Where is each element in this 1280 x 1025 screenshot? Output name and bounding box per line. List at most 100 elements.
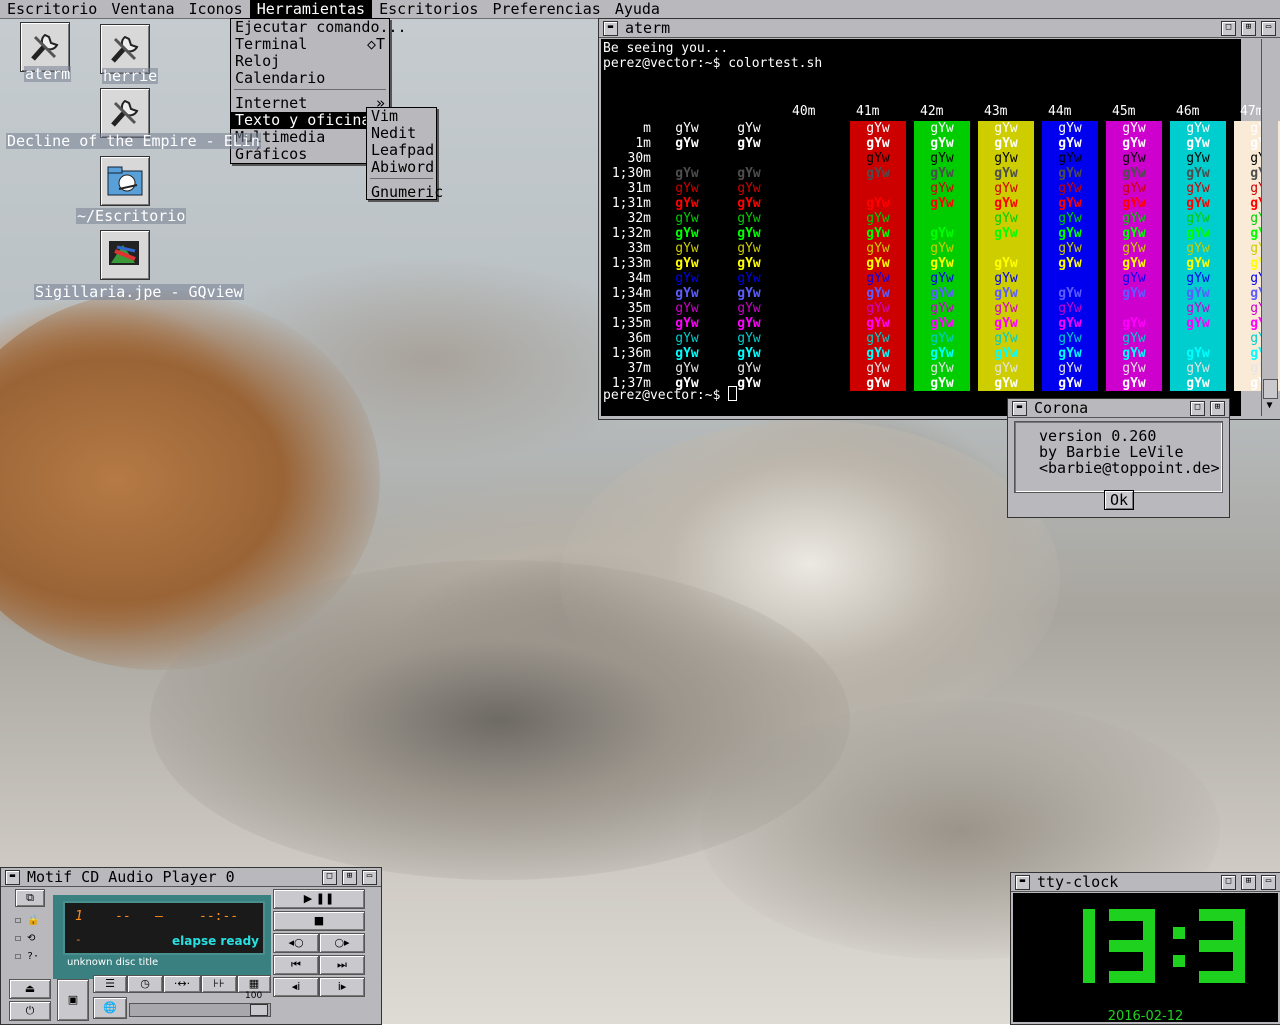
sample-cell: gYw bbox=[737, 121, 761, 136]
menu-item-1[interactable]: Terminal ◇T bbox=[231, 36, 389, 53]
sample-cell: gYw bbox=[1186, 346, 1210, 361]
menu-ventana[interactable]: Ventana bbox=[104, 0, 181, 18]
clock-face: 2016-02-12 bbox=[1013, 893, 1278, 1024]
sample-button[interactable]: ⊦⊦ bbox=[201, 975, 237, 993]
shuffle-checkbox[interactable]: ☐ ?· bbox=[15, 951, 55, 965]
eject-button[interactable]: ⏏ bbox=[9, 979, 51, 999]
sample-cell: gYw bbox=[675, 301, 699, 316]
submenu-item-leafpad[interactable]: Leafpad bbox=[367, 142, 436, 159]
maximize-button[interactable]: ⊞ bbox=[1210, 401, 1225, 416]
ok-button[interactable]: Ok bbox=[1104, 490, 1134, 510]
sample-cell: gYw bbox=[1122, 301, 1146, 316]
maximize-button[interactable]: ⊞ bbox=[1241, 875, 1256, 890]
iconify-button[interactable]: □ bbox=[322, 870, 337, 885]
sample-cell: gYw bbox=[737, 226, 761, 241]
close-button[interactable]: ▭ bbox=[1261, 875, 1276, 890]
sample-cell: gYw bbox=[737, 166, 761, 181]
sample-cell: gYw bbox=[737, 241, 761, 256]
sample-cell: gYw bbox=[1122, 166, 1146, 181]
next-track-button[interactable]: ⏭ bbox=[319, 955, 365, 975]
menu-item-3[interactable]: Calendario bbox=[231, 70, 389, 87]
desktop-icon-label: aterm bbox=[24, 65, 72, 83]
prev-index-button[interactable]: ◂i bbox=[273, 977, 319, 997]
volume-slider[interactable] bbox=[129, 1003, 271, 1017]
menu-iconos[interactable]: Iconos bbox=[182, 0, 250, 18]
aterm-window: ▬ aterm □ ⊞ ▭ Be seeing you... perez@vec… bbox=[598, 18, 1280, 420]
menu-escritorio[interactable]: Escritorio bbox=[0, 0, 104, 18]
row-label: 35m bbox=[627, 301, 651, 316]
maximize-button[interactable]: ⊞ bbox=[342, 870, 357, 885]
sample-cell: gYw bbox=[1058, 166, 1082, 181]
terminal-area[interactable]: Be seeing you... perez@vector:~$ colorte… bbox=[601, 39, 1280, 416]
menubar: Escritorio Ventana Iconos Herramientas Escri… bbox=[0, 0, 1280, 19]
disc-tray-icon[interactable]: ▣ bbox=[57, 979, 89, 1021]
repeat-checkbox[interactable]: ☐ ⟲ bbox=[15, 933, 55, 947]
next-index-button[interactable]: i▸ bbox=[319, 977, 365, 997]
corona-titlebar[interactable]: ▬ Corona □ ⊞ bbox=[1008, 399, 1229, 418]
image-viewer-icon[interactable] bbox=[100, 230, 150, 280]
sample-cell: gYw bbox=[994, 181, 1018, 196]
maximize-button[interactable]: ⊞ bbox=[1241, 21, 1256, 36]
scroll-down-arrow[interactable]: ▼ bbox=[1263, 400, 1276, 414]
ab-repeat-button[interactable]: ·↔· bbox=[163, 975, 201, 993]
volume-slider-thumb[interactable] bbox=[250, 1004, 268, 1016]
lock-checkbox[interactable]: ☐ 🔒 bbox=[15, 915, 55, 929]
sample-cell: gYw bbox=[866, 361, 890, 376]
terminal-scrollbar[interactable]: ▼ bbox=[1261, 39, 1278, 416]
cddb-globe-button[interactable]: 🌐 bbox=[93, 997, 127, 1019]
rewind-button[interactable]: ◂○ bbox=[273, 933, 319, 953]
iconify-button[interactable]: □ bbox=[1221, 875, 1236, 890]
sample-cell: gYw bbox=[737, 211, 761, 226]
power-button[interactable]: ⏻ bbox=[9, 1001, 51, 1021]
menu-ayuda[interactable]: Ayuda bbox=[608, 0, 667, 18]
menu-item-label: Texto y oficina bbox=[235, 111, 371, 129]
submenu-item-abiword[interactable]: Abiword bbox=[367, 159, 436, 176]
eject-tray-small-button[interactable]: ⧉ bbox=[15, 889, 45, 907]
sample-cell: gYw bbox=[930, 151, 954, 166]
time-mode-button[interactable]: ◷ bbox=[127, 975, 163, 993]
prev-track-button[interactable]: ⏮ bbox=[273, 955, 319, 975]
window-menu-button[interactable]: ▬ bbox=[5, 870, 20, 885]
dash-display: – bbox=[155, 909, 163, 924]
terminal-prompt: perez@vector:~$ bbox=[603, 386, 738, 403]
sample-cell: gYw bbox=[737, 151, 761, 166]
fast-forward-button[interactable]: ○▸ bbox=[319, 933, 365, 953]
iconify-button[interactable]: □ bbox=[1190, 401, 1205, 416]
sample-cell: gYw bbox=[866, 136, 890, 151]
row-label: 1;33m bbox=[611, 256, 651, 271]
sample-cell: gYw bbox=[994, 376, 1018, 391]
stop-button[interactable]: ■ bbox=[273, 911, 365, 931]
submenu-item-nedit[interactable]: Nedit bbox=[367, 125, 436, 142]
menu-item-2[interactable]: Reloj bbox=[231, 53, 389, 70]
sample-cell: gYw bbox=[866, 241, 890, 256]
menu-item-accelerator: ◇T bbox=[366, 35, 385, 53]
row-label: 32m bbox=[627, 211, 651, 226]
window-menu-button[interactable]: ▬ bbox=[1015, 875, 1030, 890]
submenu-item-gnumeric[interactable]: Gnumeric bbox=[367, 184, 443, 201]
close-button[interactable]: ▭ bbox=[362, 870, 377, 885]
menu-item-0[interactable]: Ejecutar comando... bbox=[231, 19, 407, 36]
window-menu-button[interactable]: ▬ bbox=[1012, 401, 1027, 416]
iconify-button[interactable]: □ bbox=[1221, 21, 1236, 36]
play-pause-button[interactable]: ▶ ❚❚ bbox=[273, 889, 365, 909]
menu-preferencias[interactable]: Preferencias bbox=[485, 0, 607, 18]
sample-cell: gYw bbox=[930, 211, 954, 226]
sample-cell: gYw bbox=[994, 241, 1018, 256]
clock-date: 2016-02-12 bbox=[1107, 1009, 1184, 1024]
folder-icon[interactable] bbox=[100, 156, 150, 206]
menu-escritorios[interactable]: Escritorios bbox=[372, 0, 485, 18]
tty-clock-titlebar[interactable]: ▬ tty-clock □ ⊞ ▭ bbox=[1011, 873, 1280, 892]
menu-herramientas[interactable]: Herramientas bbox=[249, 0, 373, 18]
submenu-item-vim[interactable]: Vim bbox=[367, 108, 436, 125]
aterm-titlebar[interactable]: ▬ aterm □ ⊞ ▭ bbox=[599, 19, 1280, 38]
sample-cell: gYw bbox=[1186, 166, 1210, 181]
tools-icon[interactable] bbox=[100, 88, 150, 138]
cd-player-titlebar[interactable]: ▬ Motif CD Audio Player 0 □ ⊞ ▭ bbox=[1, 868, 381, 887]
window-title: aterm bbox=[625, 19, 671, 37]
sample-cell: gYw bbox=[866, 166, 890, 181]
playlist-button[interactable]: ☰ bbox=[93, 975, 127, 993]
window-menu-button[interactable]: ▬ bbox=[603, 21, 618, 36]
menu-item-label: Internet bbox=[235, 94, 308, 112]
close-button[interactable]: ▭ bbox=[1261, 21, 1276, 36]
scrollbar-thumb[interactable] bbox=[1263, 379, 1278, 399]
